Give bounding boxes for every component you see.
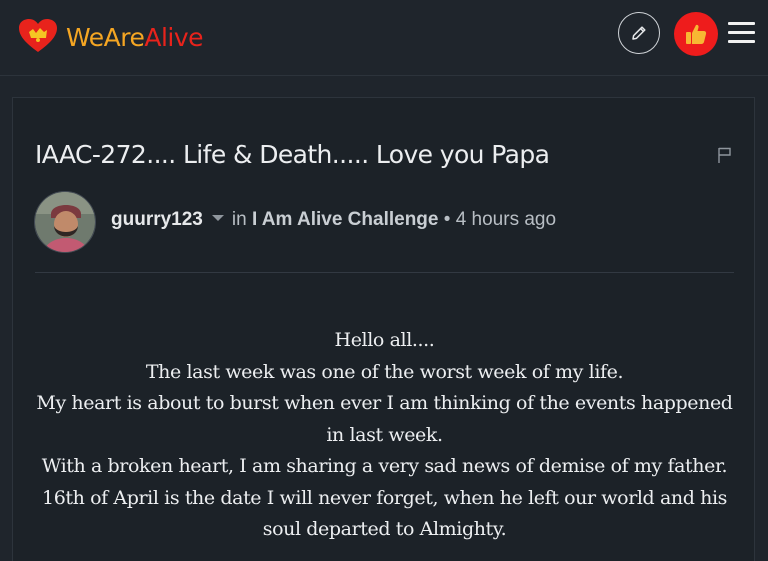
top-navbar: WeAreAlive (0, 0, 768, 76)
post-time: 4 hours ago (455, 209, 557, 230)
hamburger-menu-icon[interactable] (728, 20, 756, 46)
post-title: IAAC-272.... Life & Death..... Love you … (35, 140, 550, 169)
logo-text-we: WeAre (66, 23, 145, 52)
community-link[interactable]: I Am Alive Challenge (252, 209, 439, 230)
divider (35, 272, 734, 273)
pencil-icon (632, 26, 646, 40)
flag-icon[interactable] (716, 146, 734, 164)
thumbs-up-icon (686, 24, 707, 44)
user-avatar-button[interactable] (674, 12, 718, 56)
post-body: Hello all.... The last week was one of t… (33, 325, 736, 546)
post-meta: guurry123 in I Am Alive Challenge • 4 hou… (111, 207, 556, 233)
chevron-down-icon[interactable] (211, 215, 224, 222)
body-paragraph: 16th of April is the date I will never f… (42, 486, 727, 541)
write-post-button[interactable] (618, 12, 660, 54)
body-paragraph: With a broken heart, I am sharing a very… (41, 455, 728, 477)
author-avatar[interactable] (34, 191, 96, 253)
meta-separator: • (443, 209, 451, 230)
post-card: IAAC-272.... Life & Death..... Love you … (12, 97, 755, 561)
body-paragraph: Hello all.... (334, 329, 435, 351)
author-photo (35, 192, 95, 252)
site-logo-text[interactable]: WeAreAlive (66, 22, 204, 54)
body-paragraph: The last week was one of the worst week … (145, 360, 624, 383)
logo-text-alive: Alive (144, 23, 204, 52)
author-name-link[interactable]: guurry123 (111, 209, 203, 230)
body-paragraph: My heart is about to burst when ever I a… (36, 392, 733, 446)
in-label: in (231, 209, 247, 230)
heart-logo-icon[interactable] (18, 18, 58, 54)
